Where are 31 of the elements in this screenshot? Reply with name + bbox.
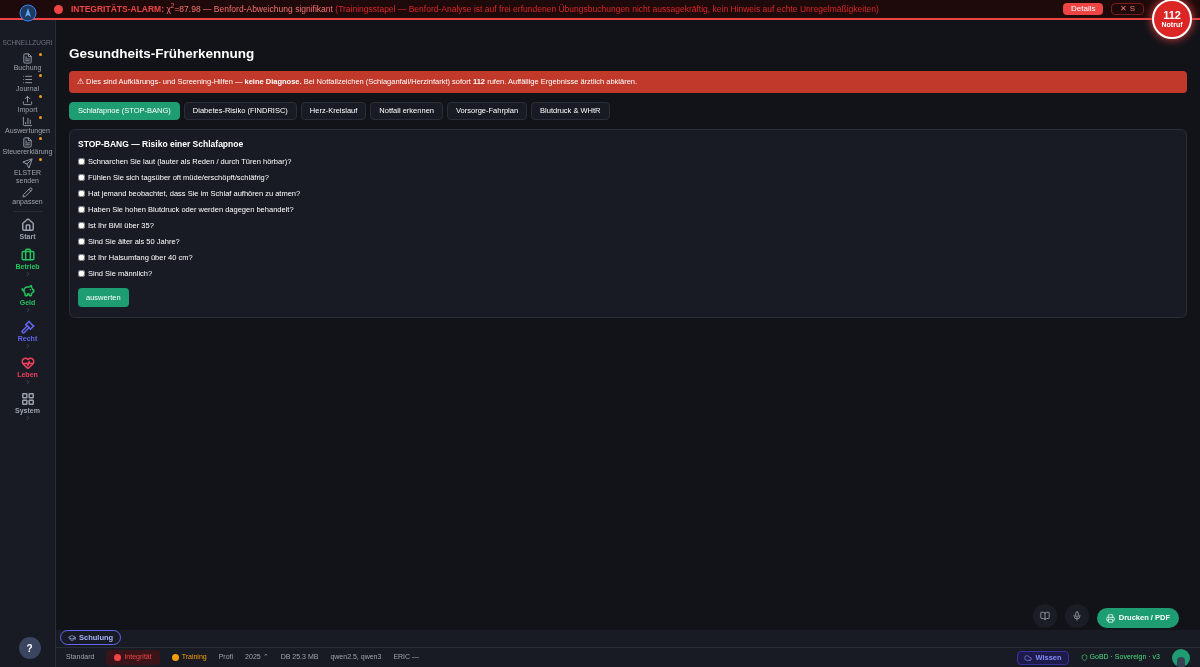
pencil-icon <box>22 186 33 198</box>
card-title: STOP-BANG — Risiko einer Schlafapnoe <box>78 137 245 151</box>
upload-icon <box>22 94 33 106</box>
graduation-cap-icon <box>68 633 76 642</box>
close-button[interactable]: ✕ S <box>1111 3 1144 15</box>
list-icon <box>22 73 33 85</box>
bar-chart-icon <box>22 115 33 127</box>
paper-plane-icon <box>22 157 33 169</box>
avatar-silhouette <box>1172 648 1190 667</box>
checkbox[interactable] <box>78 270 85 278</box>
checkbox[interactable] <box>78 254 85 262</box>
page-title: Gesundheits-Früherkennung <box>69 45 256 63</box>
checkbox[interactable] <box>78 158 85 166</box>
help-button[interactable]: ? <box>18 637 41 659</box>
book-icon <box>1039 611 1050 621</box>
checkbox[interactable] <box>78 222 85 230</box>
app-logo-icon <box>18 4 37 22</box>
document-icon <box>22 52 33 64</box>
microphone-icon <box>1071 611 1082 621</box>
checkbox[interactable] <box>78 190 85 198</box>
printer-icon <box>1105 613 1115 623</box>
document-icon <box>22 136 33 148</box>
details-button[interactable]: Details <box>1063 3 1104 15</box>
checkbox[interactable] <box>78 206 85 214</box>
checkbox[interactable] <box>78 238 85 246</box>
shield-icon <box>1080 654 1088 661</box>
alarm-message: INTEGRITÄTS-ALARM: χ$^{2}$=87.98 — Benford-Abweichung signifikant (Trainingsstapel — Benford-Analyse ist auf frei erfundenen Übungsbuchungen nicht aussagekräftig, kein Hinweis auf echte Unregelmäßigkeiten) <box>71 2 879 16</box>
book-button[interactable] <box>1032 604 1057 628</box>
cloud-icon <box>1024 653 1033 662</box>
microphone-button[interactable] <box>1064 604 1089 628</box>
checkbox[interactable] <box>78 174 85 182</box>
